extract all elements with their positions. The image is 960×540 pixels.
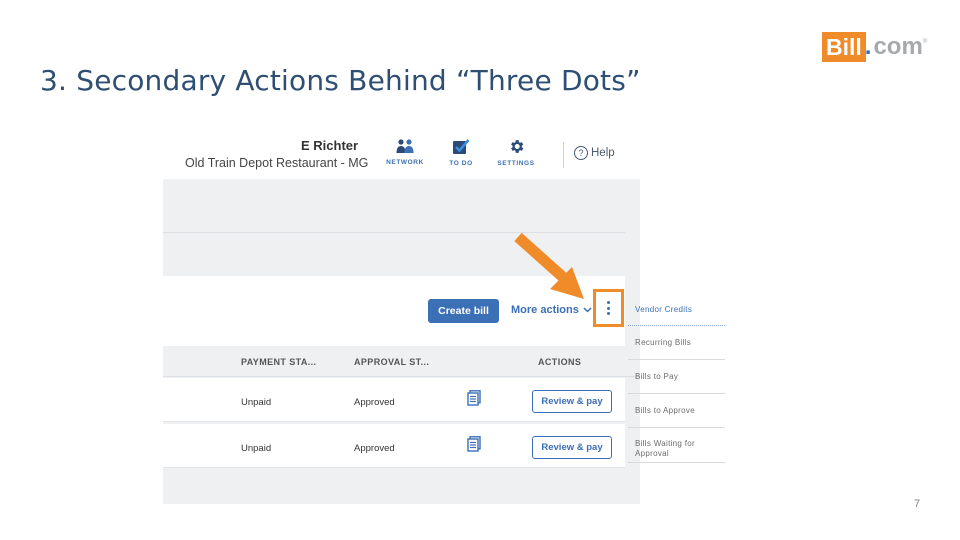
menu-item-bills-to-approve[interactable]: Bills to Approve: [628, 394, 725, 428]
company-switcher[interactable]: Old Train Depot Restaurant - MG: [185, 156, 368, 170]
logo-rest-text: com: [873, 33, 923, 60]
more-vert-icon-dot: [607, 306, 610, 310]
nav-todo[interactable]: TO DO: [436, 138, 486, 167]
table-row[interactable]: Unpaid Approved Review & pay: [163, 378, 625, 422]
document-icon[interactable]: [467, 436, 482, 452]
help-link[interactable]: ? Help: [574, 146, 615, 160]
more-vert-icon: [607, 301, 610, 305]
menu-item-bills-waiting-for-approval[interactable]: Bills Waiting for Approval: [628, 428, 725, 463]
nav-todo-label: TO DO: [449, 160, 473, 167]
column-header-actions: ACTIONS: [538, 357, 582, 367]
table-row[interactable]: Unpaid Approved Review & pay: [163, 424, 625, 468]
nav-settings-label: SETTINGS: [497, 160, 535, 167]
menu-item-vendor-credits[interactable]: Vendor Credits: [628, 293, 725, 326]
review-pay-button[interactable]: Review & pay: [532, 390, 612, 413]
callout-arrow-icon: [514, 232, 584, 299]
nav-settings[interactable]: SETTINGS: [491, 138, 541, 167]
checkbox-icon: [453, 139, 470, 154]
help-label: Help: [591, 147, 615, 159]
app-header: E Richter Old Train Depot Restaurant - M…: [163, 128, 640, 179]
more-vert-icon-dot: [607, 311, 610, 315]
approval-status: Approved: [354, 443, 395, 454]
payment-status: Unpaid: [241, 443, 272, 454]
help-icon: ?: [574, 146, 588, 160]
logo-box-text: Bill: [822, 32, 866, 62]
bill-com-logo: Bill . com ®: [822, 31, 927, 63]
create-bill-button[interactable]: Create bill: [428, 299, 499, 323]
gear-icon: [510, 140, 523, 153]
app-screenshot: E Richter Old Train Depot Restaurant - M…: [163, 128, 725, 504]
column-header-payment-status[interactable]: PAYMENT STA...: [241, 357, 316, 367]
people-icon: [396, 139, 414, 153]
table-header: PAYMENT STA... APPROVAL ST... ACTIONS: [163, 346, 640, 377]
nav-network-label: NETWORK: [386, 159, 424, 166]
three-dots-button[interactable]: [593, 289, 624, 327]
payment-status: Unpaid: [241, 397, 272, 408]
review-pay-button[interactable]: Review & pay: [532, 436, 612, 459]
logo-trademark: ®: [922, 39, 928, 45]
nav-network[interactable]: NETWORK: [380, 138, 430, 166]
approval-status: Approved: [354, 397, 395, 408]
menu-item-bills-to-pay[interactable]: Bills to Pay: [628, 360, 725, 394]
header-divider: [563, 142, 564, 168]
slide-title: 3. Secondary Actions Behind “Three Dots”: [40, 64, 641, 97]
page-number: 7: [914, 498, 921, 510]
more-actions-menu: Vendor Credits Recurring Bills Bills to …: [628, 293, 725, 463]
document-icon[interactable]: [467, 390, 482, 406]
user-name: E Richter: [301, 138, 359, 153]
column-header-approval-status[interactable]: APPROVAL ST...: [354, 357, 429, 367]
menu-item-recurring-bills[interactable]: Recurring Bills: [628, 326, 725, 360]
logo-dot: .: [864, 33, 872, 60]
